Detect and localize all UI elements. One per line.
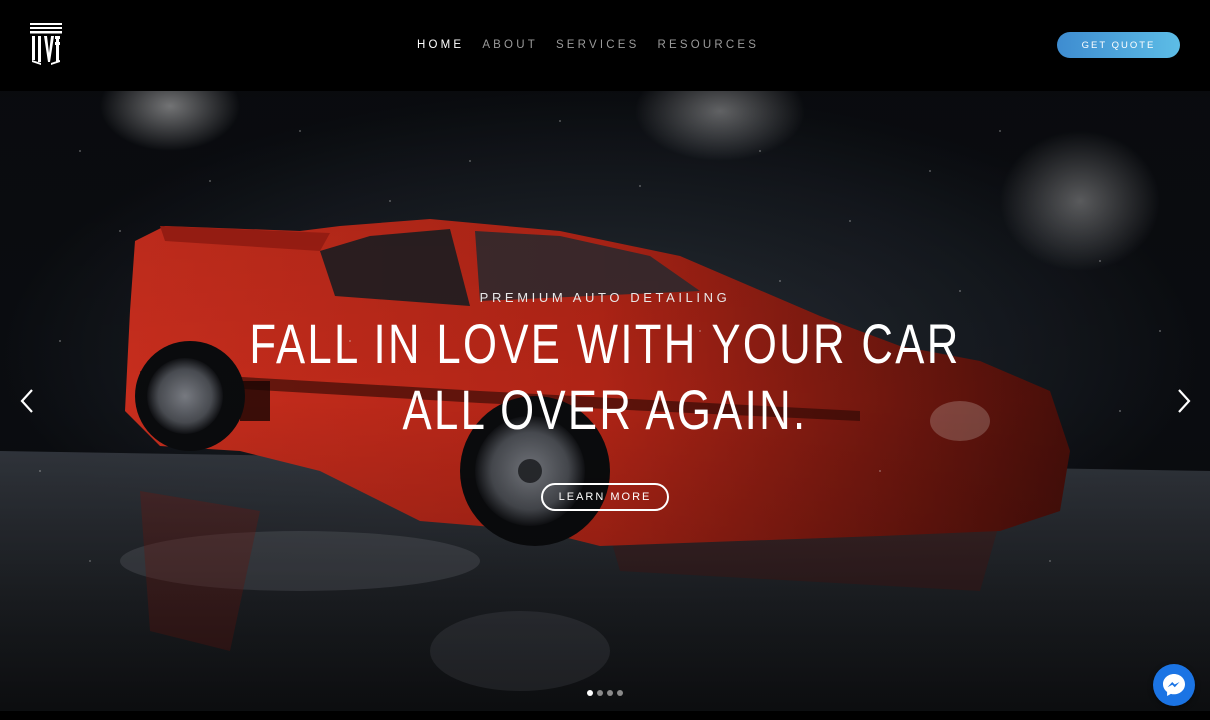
- hero-eyebrow: PREMIUM AUTO DETAILING: [479, 290, 731, 305]
- slider-dot-2[interactable]: [597, 690, 603, 696]
- slider-dot-1[interactable]: [587, 690, 593, 696]
- nav-services[interactable]: SERVICES: [556, 38, 640, 52]
- slider-dot-3[interactable]: [607, 690, 613, 696]
- nav-home[interactable]: HOME: [417, 38, 464, 52]
- learn-more-button[interactable]: LEARN MORE: [541, 483, 669, 511]
- bottom-bar: [0, 711, 1210, 720]
- get-quote-button[interactable]: GET QUOTE: [1057, 32, 1180, 58]
- site-header: HOME ABOUT SERVICES RESOURCES GET QUOTE: [0, 0, 1210, 91]
- main-nav: HOME ABOUT SERVICES RESOURCES: [417, 38, 777, 52]
- nav-resources[interactable]: RESOURCES: [658, 38, 760, 52]
- hero-headline-line1: FALL IN LOVE WITH YOUR CAR: [249, 312, 961, 375]
- hero-headline-line2: ALL OVER AGAIN.: [402, 378, 808, 441]
- messenger-chat-button[interactable]: [1153, 664, 1195, 706]
- slider-dots: [587, 690, 623, 696]
- pillar-logo-icon[interactable]: [30, 23, 62, 66]
- messenger-icon: [1163, 674, 1185, 696]
- chevron-right-icon[interactable]: [1174, 387, 1194, 415]
- hero-slider: PREMIUM AUTO DETAILING FALL IN LOVE WITH…: [0, 91, 1210, 711]
- slider-dot-4[interactable]: [617, 690, 623, 696]
- nav-about[interactable]: ABOUT: [482, 38, 538, 52]
- hero-headline: FALL IN LOVE WITH YOUR CAR ALL OVER AGAI…: [133, 311, 1077, 443]
- chevron-left-icon[interactable]: [17, 387, 37, 415]
